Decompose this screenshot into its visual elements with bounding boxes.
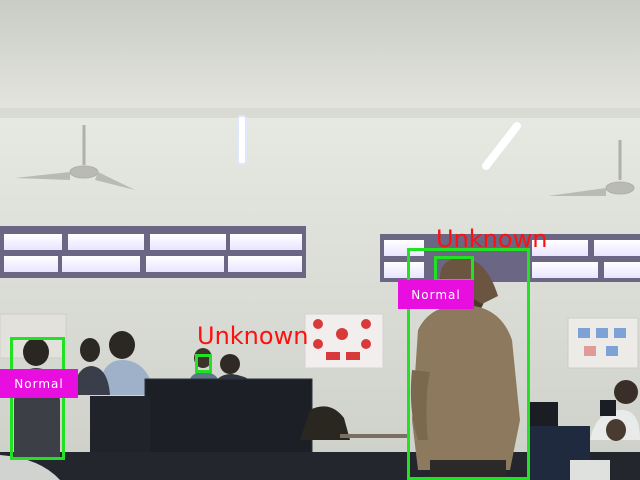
- person-right-face-box: [434, 256, 474, 282]
- face-center-identity-label: Unknown: [197, 322, 309, 350]
- person-left-status-tag: Normal: [0, 369, 78, 398]
- face-center-bounding-box: [195, 354, 212, 373]
- person-right-status-tag: Normal: [398, 280, 474, 309]
- person-left-bounding-box: [10, 337, 65, 460]
- person-right-identity-label: Unknown: [436, 225, 548, 253]
- detection-overlay: Normal Unknown Unknown Normal: [0, 0, 640, 480]
